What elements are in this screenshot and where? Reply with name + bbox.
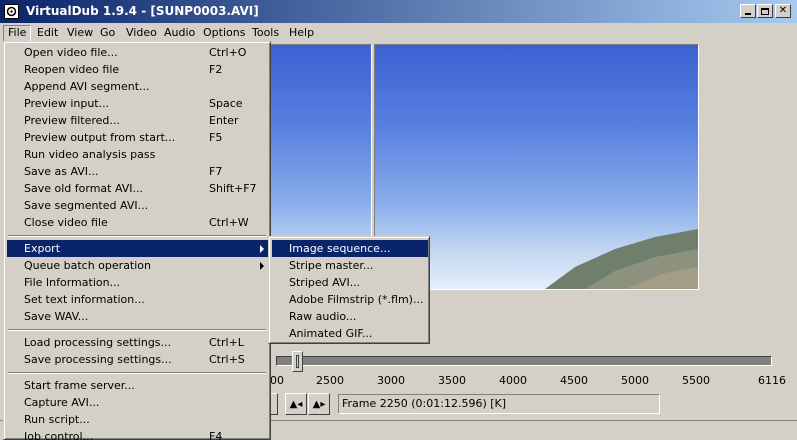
timeline-thumb[interactable] bbox=[292, 351, 303, 372]
submenu-item-raw-audio[interactable]: Raw audio... bbox=[272, 308, 428, 325]
menu-item-close-video-file[interactable]: Close video file Ctrl+W bbox=[7, 214, 269, 231]
timeline-tick: 4500 bbox=[560, 374, 588, 387]
menu-item-preview-filtered[interactable]: Preview filtered... Enter bbox=[7, 112, 269, 129]
submenu-item-image-sequence[interactable]: Image sequence... bbox=[272, 240, 428, 257]
timeline-tick: 6116 bbox=[758, 374, 786, 387]
menu-item-preview-input[interactable]: Preview input... Space bbox=[7, 95, 269, 112]
menu-item-export[interactable]: Export bbox=[7, 240, 269, 257]
menu-go[interactable]: Go bbox=[96, 25, 119, 40]
close-button[interactable]: ✕ bbox=[775, 4, 791, 18]
menu-item-queue-batch[interactable]: Queue batch operation bbox=[7, 257, 269, 274]
menu-item-set-text-information[interactable]: Set text information... bbox=[7, 291, 269, 308]
submenu-item-striped-avi[interactable]: Striped AVI... bbox=[272, 274, 428, 291]
timeline-tick: 2500 bbox=[316, 374, 344, 387]
timeline-tick: 4000 bbox=[499, 374, 527, 387]
file-menu: Open video file... Ctrl+O Reopen video fi… bbox=[3, 41, 271, 440]
submenu-item-animated-gif[interactable]: Animated GIF... bbox=[272, 325, 428, 342]
menu-item-save-processing-settings[interactable]: Save processing settings... Ctrl+S bbox=[7, 351, 269, 368]
timeline-tick: 3000 bbox=[377, 374, 405, 387]
menu-item-open-video-file[interactable]: Open video file... Ctrl+O bbox=[7, 44, 269, 61]
window-title: VirtualDub 1.9.4 - [SUNP0003.AVI] bbox=[26, 4, 259, 18]
menu-item-save-wav[interactable]: Save WAV... bbox=[7, 308, 269, 325]
timeline-tick: 5500 bbox=[682, 374, 710, 387]
submenu-arrow-icon bbox=[260, 245, 264, 253]
minimize-button[interactable] bbox=[740, 4, 756, 18]
next-keyframe-button[interactable]: ▲▸ bbox=[308, 393, 330, 415]
submenu-item-adobe-filmstrip[interactable]: Adobe Filmstrip (*.flm)... bbox=[272, 291, 428, 308]
timeline-tick: 3500 bbox=[438, 374, 466, 387]
menu-item-reopen-video-file[interactable]: Reopen video file F2 bbox=[7, 61, 269, 78]
menu-separator bbox=[8, 329, 266, 331]
menu-item-save-as-avi[interactable]: Save as AVI... F7 bbox=[7, 163, 269, 180]
menu-video[interactable]: Video bbox=[122, 25, 161, 40]
maximize-icon bbox=[761, 7, 769, 15]
prev-keyframe-icon: ▲◂ bbox=[289, 398, 303, 410]
menu-item-capture-avi[interactable]: Capture AVI... bbox=[7, 394, 269, 411]
virtualdub-window: VirtualDub 1.9.4 - [SUNP0003.AVI] ✕ File… bbox=[0, 0, 797, 440]
menu-item-file-information[interactable]: File Information... bbox=[7, 274, 269, 291]
menu-item-preview-output[interactable]: Preview output from start... F5 bbox=[7, 129, 269, 146]
menu-item-save-segmented-avi[interactable]: Save segmented AVI... bbox=[7, 197, 269, 214]
close-icon: ✕ bbox=[778, 5, 788, 16]
minimize-icon bbox=[745, 13, 751, 15]
menu-bar: File Edit View Go Video Audio Options To… bbox=[0, 23, 797, 42]
submenu-arrow-icon bbox=[260, 262, 264, 270]
export-submenu: Image sequence... Stripe master... Strip… bbox=[268, 236, 430, 344]
timeline-track[interactable] bbox=[276, 356, 772, 366]
menu-file[interactable]: File bbox=[3, 25, 32, 42]
maximize-button[interactable] bbox=[757, 4, 773, 18]
menu-options[interactable]: Options bbox=[199, 25, 249, 40]
menu-item-load-processing-settings[interactable]: Load processing settings... Ctrl+L bbox=[7, 334, 269, 351]
menu-separator bbox=[8, 235, 266, 237]
menu-item-save-old-format-avi[interactable]: Save old format AVI... Shift+F7 bbox=[7, 180, 269, 197]
prev-keyframe-button[interactable]: ▲◂ bbox=[285, 393, 307, 415]
menu-item-job-control[interactable]: Job control... F4 bbox=[7, 428, 269, 440]
menu-separator bbox=[8, 372, 266, 374]
virtualdub-app-icon[interactable] bbox=[4, 4, 19, 19]
menu-item-start-frame-server[interactable]: Start frame server... bbox=[7, 377, 269, 394]
menu-edit[interactable]: Edit bbox=[33, 25, 62, 40]
menu-item-run-script[interactable]: Run script... bbox=[7, 411, 269, 428]
next-keyframe-icon: ▲▸ bbox=[312, 398, 326, 410]
frame-status: Frame 2250 (0:01:12.596) [K] bbox=[338, 394, 660, 414]
menu-view[interactable]: View bbox=[63, 25, 97, 40]
menu-audio[interactable]: Audio bbox=[160, 25, 199, 40]
menu-help[interactable]: Help bbox=[285, 25, 318, 40]
timeline-tick: 5000 bbox=[621, 374, 649, 387]
title-bar: VirtualDub 1.9.4 - [SUNP0003.AVI] ✕ bbox=[0, 0, 797, 23]
menu-item-run-video-analysis[interactable]: Run video analysis pass bbox=[7, 146, 269, 163]
submenu-item-stripe-master[interactable]: Stripe master... bbox=[272, 257, 428, 274]
menu-item-append-avi-segment[interactable]: Append AVI segment... bbox=[7, 78, 269, 95]
menu-tools[interactable]: Tools bbox=[248, 25, 283, 40]
